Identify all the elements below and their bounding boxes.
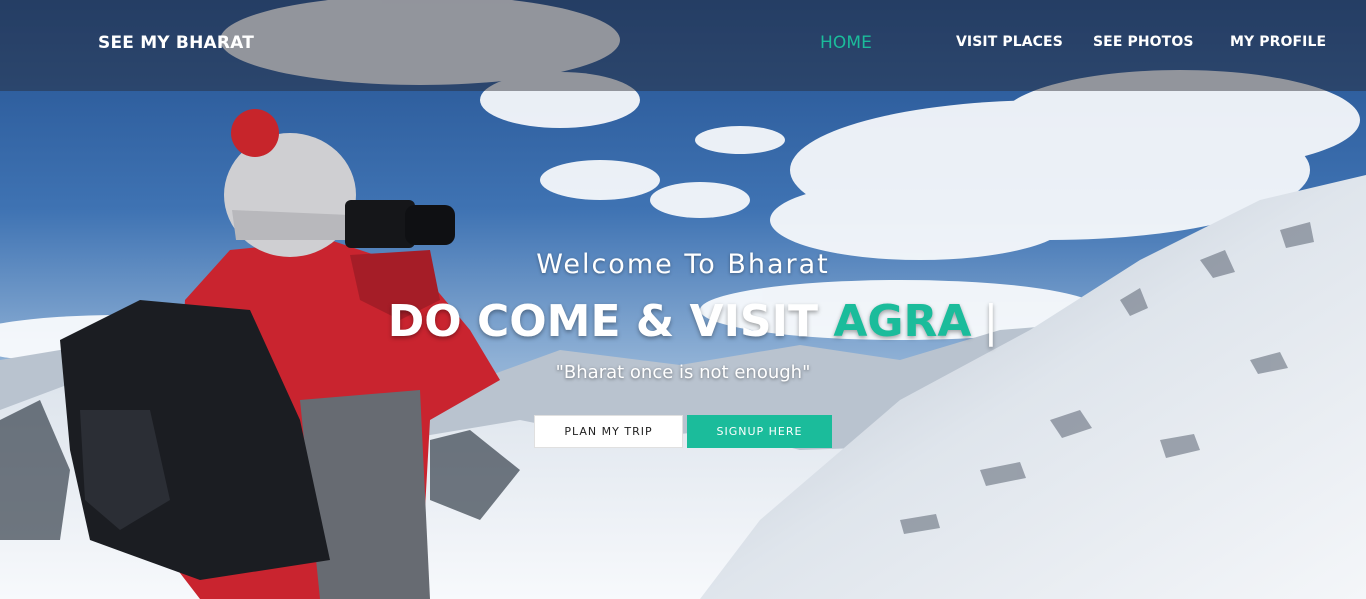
hero-welcome-text: Welcome To Bharat	[536, 249, 830, 280]
top-navbar: SEE MY BHARAT HOME VISIT PLACES SEE PHOT…	[0, 0, 1366, 91]
hero-content: Welcome To Bharat DO COME & VISIT AGRA | …	[0, 245, 1366, 385]
nav-home-link[interactable]: HOME	[820, 33, 872, 53]
plan-my-trip-button[interactable]: PLAN MY TRIP	[534, 415, 683, 448]
nav-visit-places-link[interactable]: VISIT PLACES	[956, 34, 1063, 50]
nav-see-photos-link[interactable]: SEE PHOTOS	[1093, 34, 1194, 50]
nav-my-profile-link[interactable]: MY PROFILE	[1230, 34, 1326, 50]
hero-cta-buttons: PLAN MY TRIP SIGNUP HERE	[534, 415, 832, 448]
hero-headline-prefix: DO COME & VISIT	[387, 296, 819, 347]
hero-headline: DO COME & VISIT AGRA |	[0, 295, 1366, 349]
signup-button[interactable]: SIGNUP HERE	[687, 415, 832, 448]
hero-headline-destination: AGRA	[833, 296, 972, 347]
hero-section: SEE MY BHARAT HOME VISIT PLACES SEE PHOT…	[0, 0, 1366, 599]
typing-cursor: |	[983, 296, 999, 347]
hero-tagline: "Bharat once is not enough"	[555, 362, 811, 383]
brand-logo-link[interactable]: SEE MY BHARAT	[98, 33, 254, 53]
